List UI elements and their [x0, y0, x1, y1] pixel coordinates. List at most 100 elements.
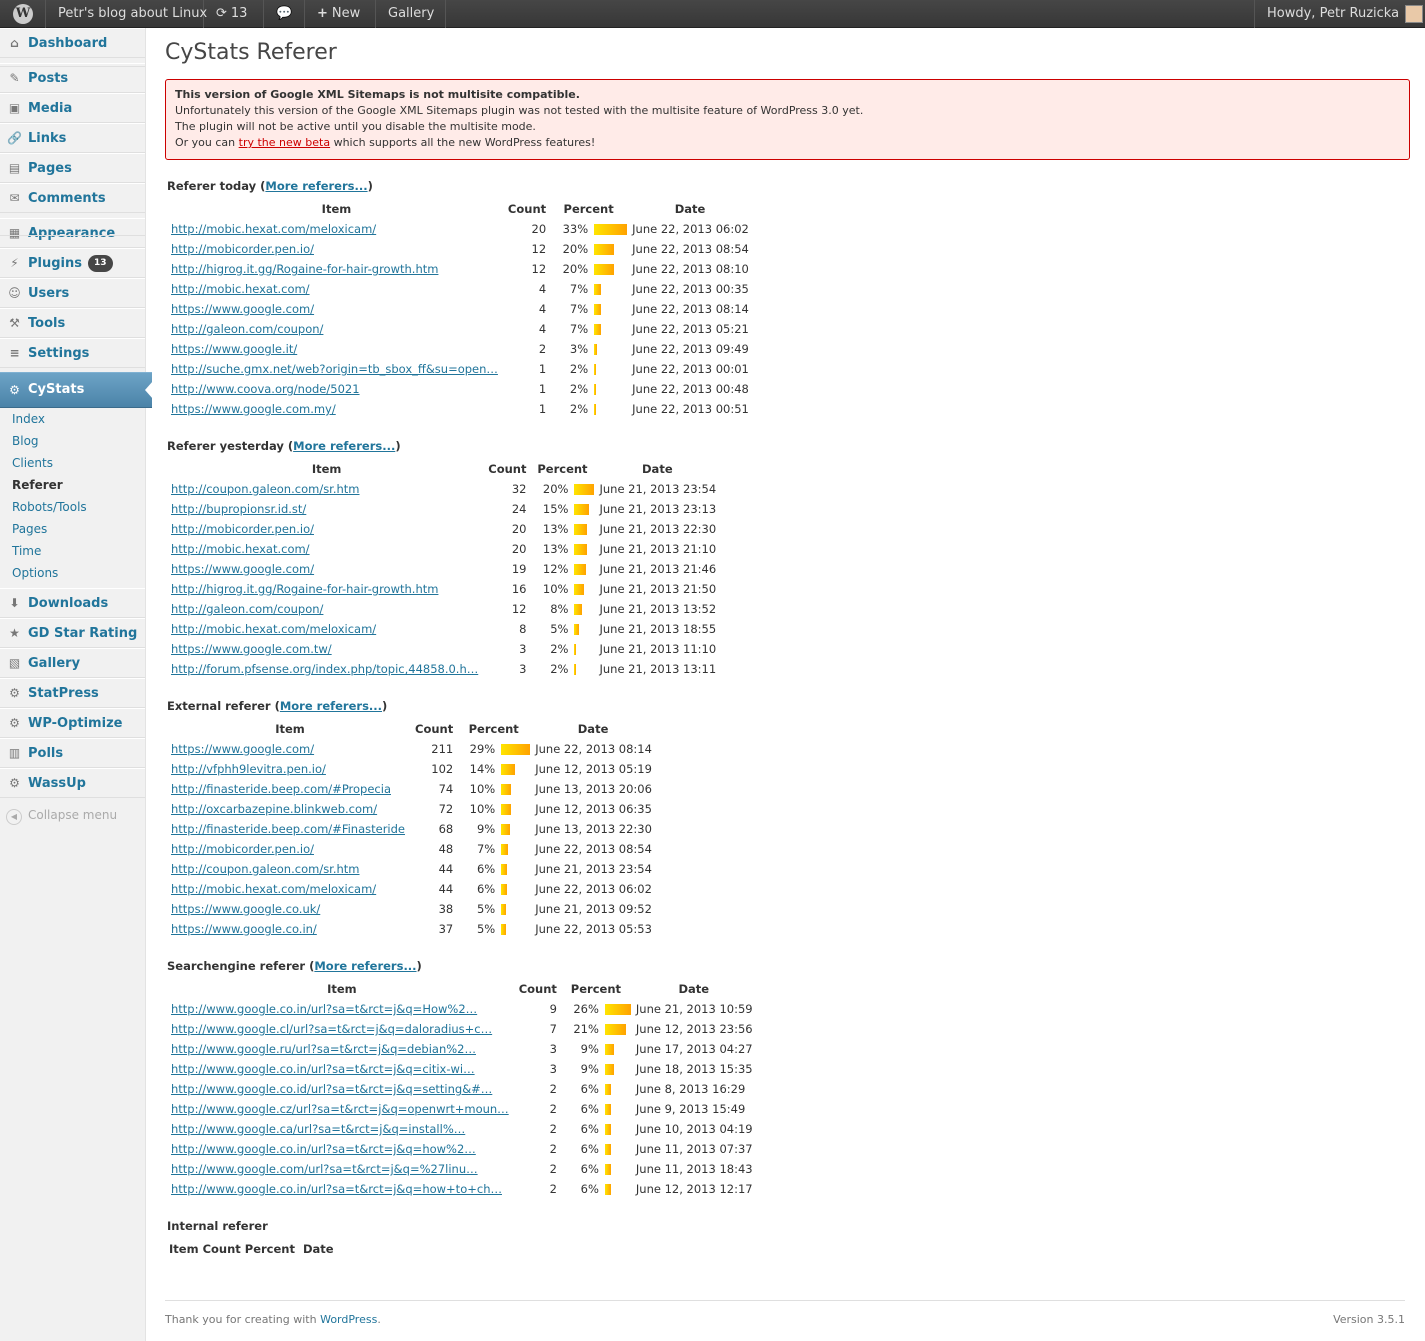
- wordpress-link[interactable]: WordPress: [320, 1313, 377, 1326]
- referer-link[interactable]: http://bupropionsr.id.st/: [171, 502, 306, 516]
- more-referers-link[interactable]: More referers...: [314, 959, 416, 973]
- referer-link[interactable]: https://www.google.com/: [171, 742, 314, 756]
- sidebar-item-settings[interactable]: ≡ Settings: [0, 338, 145, 368]
- referer-link[interactable]: http://www.google.co.id/url?sa=t&rct=j&q…: [171, 1082, 492, 1096]
- sidebar-item-statpress[interactable]: ⚙ StatPress: [0, 678, 145, 708]
- sidebar-item-wp-optimize[interactable]: ⚙ WP-Optimize: [0, 708, 145, 738]
- submenu-item-index[interactable]: Index: [12, 411, 45, 427]
- referer-link[interactable]: http://suche.gmx.net/web?origin=tb_sbox_…: [171, 362, 498, 376]
- referer-link[interactable]: http://higrog.it.gg/Rogaine-for-hair-gro…: [171, 582, 438, 596]
- more-referers-link[interactable]: More referers...: [265, 179, 367, 193]
- table-row: http://higrog.it.gg/Rogaine-for-hair-gro…: [167, 259, 751, 279]
- sidebar-item-dashboard[interactable]: ⌂ Dashboard: [0, 28, 145, 58]
- item-cell: https://www.google.com.tw/: [167, 639, 486, 659]
- sidebar-item-posts[interactable]: ✎ Posts: [0, 63, 145, 93]
- count-cell: 44: [438, 862, 454, 876]
- tools-icon: ⚒: [9, 316, 20, 330]
- referer-link[interactable]: http://finasteride.beep.com/#Finasteride: [171, 822, 405, 836]
- sidebar-item-users[interactable]: ☺ Users: [0, 278, 145, 308]
- submenu-item-time[interactable]: Time: [12, 543, 41, 559]
- submenu-item-referer[interactable]: Referer: [12, 477, 63, 493]
- referer-link[interactable]: http://galeon.com/coupon/: [171, 322, 323, 336]
- referer-link[interactable]: https://www.google.co.uk/: [171, 902, 320, 916]
- collapse-menu-button[interactable]: ◀ Collapse menu: [6, 808, 117, 825]
- sidebar-item-tools[interactable]: ⚒ Tools: [0, 308, 145, 338]
- referer-link[interactable]: http://galeon.com/coupon/: [171, 602, 323, 616]
- referer-link[interactable]: http://mobic.hexat.com/meloxicam/: [171, 882, 376, 896]
- referer-link[interactable]: https://www.google.com.tw/: [171, 642, 332, 656]
- referer-link[interactable]: https://www.google.com/: [171, 302, 314, 316]
- referer-link[interactable]: http://www.google.co.in/url?sa=t&rct=j&q…: [171, 1062, 475, 1076]
- referer-link[interactable]: http://coupon.galeon.com/sr.htm: [171, 482, 360, 496]
- referer-link[interactable]: http://www.coova.org/node/5021: [171, 382, 360, 396]
- sidebar-item-media[interactable]: ▣ Media: [0, 93, 145, 123]
- percent-bar: [594, 304, 602, 315]
- column-header-item: Item: [311, 462, 342, 476]
- submenu-item-options[interactable]: Options: [12, 565, 58, 581]
- referer-link[interactable]: http://vfphh9levitra.pen.io/: [171, 762, 326, 776]
- referer-link[interactable]: http://forum.pfsense.org/index.php/topic…: [171, 662, 478, 676]
- sidebar-item-gallery[interactable]: ▧ Gallery: [0, 648, 145, 678]
- referer-link[interactable]: http://mobicorder.pen.io/: [171, 842, 314, 856]
- referer-link[interactable]: http://www.google.co.in/url?sa=t&rct=j&q…: [171, 1142, 476, 1156]
- submenu-item-clients[interactable]: Clients: [12, 455, 53, 471]
- referer-link[interactable]: http://mobic.hexat.com/meloxicam/: [171, 222, 376, 236]
- sidebar-item-gd-star-rating[interactable]: ★ GD Star Rating: [0, 618, 145, 648]
- referer-link[interactable]: https://www.google.co.in/: [171, 922, 317, 936]
- table-row: https://www.google.com/211 29% June 22, 20…: [167, 739, 654, 759]
- referer-link[interactable]: http://www.google.cz/url?sa=t&rct=j&q=op…: [171, 1102, 509, 1116]
- more-referers-link[interactable]: More referers...: [280, 699, 382, 713]
- referer-link[interactable]: http://mobic.hexat.com/: [171, 542, 310, 556]
- comments-link[interactable]: 💬: [264, 0, 305, 28]
- referer-link[interactable]: http://oxcarbazepine.blinkweb.com/: [171, 802, 377, 816]
- percent-bar: [594, 264, 615, 275]
- sidebar-item-plugins[interactable]: ⚡ Plugins 13: [0, 248, 145, 278]
- referer-link[interactable]: http://www.google.co.in/url?sa=t&rct=j&q…: [171, 1002, 477, 1016]
- more-referers-link[interactable]: More referers...: [293, 439, 395, 453]
- sidebar-item-comments[interactable]: ✉ Comments: [0, 183, 145, 213]
- users-icon: ☺: [8, 286, 21, 300]
- referer-link[interactable]: http://mobic.hexat.com/: [171, 282, 310, 296]
- referer-link[interactable]: http://www.google.ru/url?sa=t&rct=j&q=de…: [171, 1042, 476, 1056]
- submenu-item-pages[interactable]: Pages: [12, 521, 47, 537]
- sidebar-item-wassup[interactable]: ⚙ WassUp: [0, 768, 145, 798]
- percent-bar: [501, 864, 508, 875]
- referer-link[interactable]: http://www.google.cl/url?sa=t&rct=j&q=da…: [171, 1022, 492, 1036]
- updates-link[interactable]: ⟳ 13: [204, 0, 264, 28]
- bar-cell: [592, 339, 629, 359]
- referer-link[interactable]: http://mobicorder.pen.io/: [171, 522, 314, 536]
- my-account-menu[interactable]: Howdy, Petr Ruzicka: [1254, 0, 1425, 28]
- referer-link[interactable]: http://higrog.it.gg/Rogaine-for-hair-gro…: [171, 262, 438, 276]
- count-cell: 38: [438, 902, 454, 916]
- referer-link[interactable]: https://www.google.com.my/: [171, 402, 336, 416]
- referer-link[interactable]: https://www.google.com/: [171, 562, 314, 576]
- wp-logo-menu[interactable]: W: [0, 0, 46, 28]
- sidebar-item-polls[interactable]: ▥ Polls: [0, 738, 145, 768]
- sidebar-item-label: Posts: [28, 71, 69, 86]
- new-content-menu[interactable]: + New: [305, 0, 376, 28]
- item-cell: http://finasteride.beep.com/#Finasteride: [167, 819, 413, 839]
- referer-link[interactable]: http://finasteride.beep.com/#Propecia: [171, 782, 391, 796]
- bar-cell: [572, 479, 596, 499]
- submenu-item-blog[interactable]: Blog: [12, 433, 39, 449]
- sidebar-item-cystats[interactable]: ⚙ CyStats: [0, 372, 153, 408]
- site-name-link[interactable]: Petr's blog about Linux: [46, 0, 207, 28]
- section-title-referer-today: Referer today (More referers...): [167, 179, 373, 193]
- item-cell: http://www.google.cz/url?sa=t&rct=j&q=op…: [167, 1099, 517, 1119]
- try-new-beta-link[interactable]: try the new beta: [239, 136, 330, 149]
- referer-link[interactable]: http://www.google.co.in/url?sa=t&rct=j&q…: [171, 1182, 502, 1196]
- referer-link[interactable]: http://coupon.galeon.com/sr.htm: [171, 862, 360, 876]
- referer-link[interactable]: http://mobicorder.pen.io/: [171, 242, 314, 256]
- referer-link[interactable]: https://www.google.it/: [171, 342, 297, 356]
- gallery-link[interactable]: Gallery: [376, 0, 446, 28]
- sidebar-item-pages[interactable]: ▤ Pages: [0, 153, 145, 183]
- referer-link[interactable]: http://www.google.com/url?sa=t&rct=j&q=%…: [171, 1162, 478, 1176]
- sidebar-item-links[interactable]: 🔗 Links: [0, 123, 145, 153]
- submenu-item-robots-tools[interactable]: Robots/Tools: [12, 499, 87, 515]
- referer-link[interactable]: http://mobic.hexat.com/meloxicam/: [171, 622, 376, 636]
- count-cell: 2: [549, 1142, 557, 1156]
- sidebar-item-downloads[interactable]: ⬇ Downloads: [0, 588, 145, 618]
- referer-link[interactable]: http://www.google.ca/url?sa=t&rct=j&q=in…: [171, 1122, 465, 1136]
- percent-bar: [574, 544, 588, 555]
- bar-cell: [603, 1099, 633, 1119]
